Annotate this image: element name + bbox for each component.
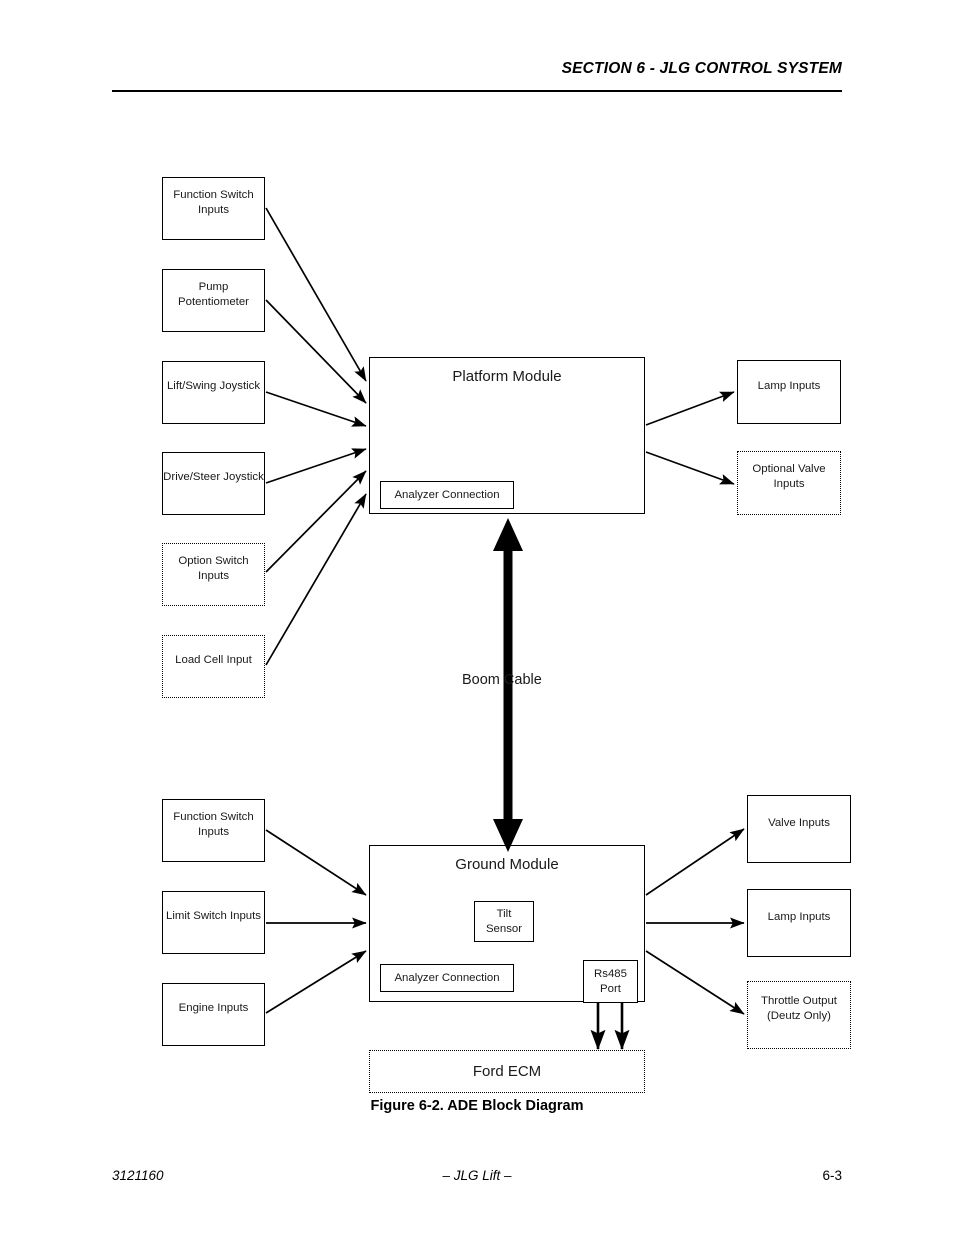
ground-analyzer-connection: Analyzer Connection bbox=[380, 964, 514, 992]
node-label: Pump Potentiometer bbox=[178, 280, 249, 308]
node-label: Option Switch Inputs bbox=[178, 554, 249, 582]
node-lamp-inputs-ground: Lamp Inputs bbox=[747, 889, 851, 957]
node-label: Tilt Sensor bbox=[485, 907, 523, 935]
boom-cable-label: Boom Cable bbox=[462, 672, 542, 688]
ade-block-diagram: Function Switch Inputs Pump Potentiomete… bbox=[0, 0, 954, 1235]
platform-analyzer-connection: Analyzer Connection bbox=[380, 481, 514, 509]
node-engine-inputs: Engine Inputs bbox=[162, 983, 265, 1046]
node-limit-switch-inputs: Limit Switch Inputs bbox=[162, 891, 265, 954]
rs485-port: Rs485 Port bbox=[583, 960, 638, 1003]
node-valve-inputs: Valve Inputs bbox=[747, 795, 851, 863]
node-label: Drive/Steer Joystick bbox=[163, 471, 264, 484]
node-optional-valve-inputs: Optional Valve Inputs bbox=[737, 451, 841, 515]
node-label: Analyzer Connection bbox=[394, 971, 500, 984]
node-throttle-output: Throttle Output (Deutz Only) bbox=[747, 981, 851, 1049]
node-pump-potentiometer: Pump Potentiometer bbox=[162, 269, 265, 332]
figure-caption: Figure 6-2. ADE Block Diagram bbox=[370, 1098, 584, 1114]
node-label: Function Switch Inputs bbox=[173, 188, 254, 216]
page-footer: 3121160 – JLG Lift – 6-3 bbox=[112, 1168, 842, 1188]
footer-page-number: 6-3 bbox=[822, 1168, 842, 1183]
node-label: Function Switch Inputs bbox=[173, 810, 254, 838]
node-label: Load Cell Input bbox=[175, 654, 252, 667]
node-label: Limit Switch Inputs bbox=[166, 910, 261, 923]
node-label: Throttle Output (Deutz Only) bbox=[761, 995, 837, 1022]
node-lift-swing-joystick: Lift/Swing Joystick bbox=[162, 361, 265, 424]
node-load-cell-input: Load Cell Input bbox=[162, 635, 265, 698]
node-label: Lamp Inputs bbox=[767, 910, 831, 923]
node-label: Analyzer Connection bbox=[394, 488, 500, 501]
node-label: Lamp Inputs bbox=[757, 379, 821, 392]
ground-output-connectors bbox=[645, 828, 745, 1015]
ground-input-connectors bbox=[265, 829, 367, 1014]
platform-module-title: Platform Module bbox=[452, 368, 562, 385]
node-drive-steer-joystick: Drive/Steer Joystick bbox=[162, 452, 265, 515]
node-label: Valve Inputs bbox=[768, 816, 830, 829]
node-label: Rs485 Port bbox=[594, 967, 627, 995]
tilt-sensor: Tilt Sensor bbox=[474, 901, 534, 942]
ecm-connectors bbox=[590, 983, 630, 1051]
page: SECTION 6 - JLG CONTROL SYSTEM Function … bbox=[0, 0, 954, 1235]
platform-output-connectors bbox=[645, 391, 735, 485]
footer-document-number: 3121160 bbox=[112, 1168, 164, 1183]
node-function-switch-inputs-platform: Function Switch Inputs bbox=[162, 177, 265, 240]
footer-center-text: – JLG Lift – bbox=[442, 1168, 512, 1183]
node-function-switch-inputs-ground: Function Switch Inputs bbox=[162, 799, 265, 862]
node-lamp-inputs-platform: Lamp Inputs bbox=[737, 360, 841, 424]
platform-input-connectors bbox=[265, 207, 367, 666]
node-label: Engine Inputs bbox=[178, 1002, 249, 1015]
ground-module-title: Ground Module bbox=[455, 856, 559, 873]
node-option-switch-inputs: Option Switch Inputs bbox=[162, 543, 265, 606]
node-ford-ecm: Ford ECM bbox=[369, 1050, 645, 1093]
node-label: Ford ECM bbox=[472, 1062, 542, 1080]
node-label: Optional Valve Inputs bbox=[752, 463, 826, 490]
node-label: Lift/Swing Joystick bbox=[166, 380, 261, 393]
